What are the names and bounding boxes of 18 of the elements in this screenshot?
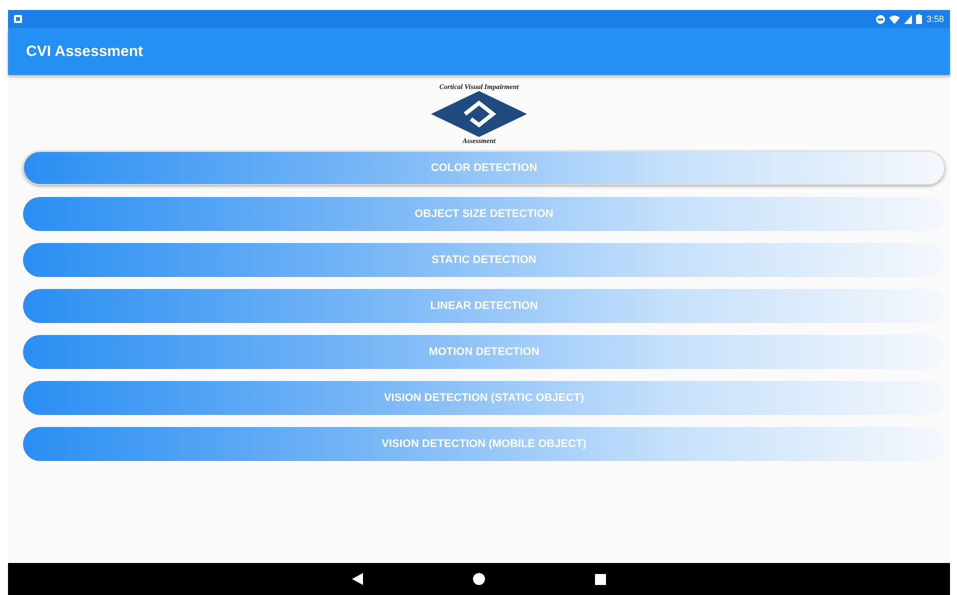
- signal-icon: [904, 14, 912, 24]
- status-time: 3:58: [926, 14, 944, 24]
- notification-icon: [14, 15, 22, 23]
- wifi-icon: [889, 14, 900, 24]
- menu-button[interactable]: OBJECT SIZE DETECTION: [23, 197, 945, 231]
- back-icon[interactable]: [352, 573, 363, 585]
- menu-button[interactable]: STATIC DETECTION: [23, 243, 945, 277]
- menu-button[interactable]: LINEAR DETECTION: [23, 289, 945, 323]
- menu-button[interactable]: VISION DETECTION (MOBILE OBJECT): [23, 427, 945, 461]
- eye-logo-icon: [431, 91, 527, 137]
- battery-icon: [916, 14, 922, 24]
- home-icon[interactable]: [473, 573, 485, 585]
- do-not-disturb-icon: [876, 14, 886, 24]
- menu-button[interactable]: MOTION DETECTION: [23, 335, 945, 369]
- menu-button[interactable]: VISION DETECTION (STATIC OBJECT): [23, 381, 945, 415]
- app-title: CVI Assessment: [26, 43, 143, 60]
- recents-icon[interactable]: [595, 574, 606, 584]
- menu-button[interactable]: COLOR DETECTION: [23, 151, 945, 185]
